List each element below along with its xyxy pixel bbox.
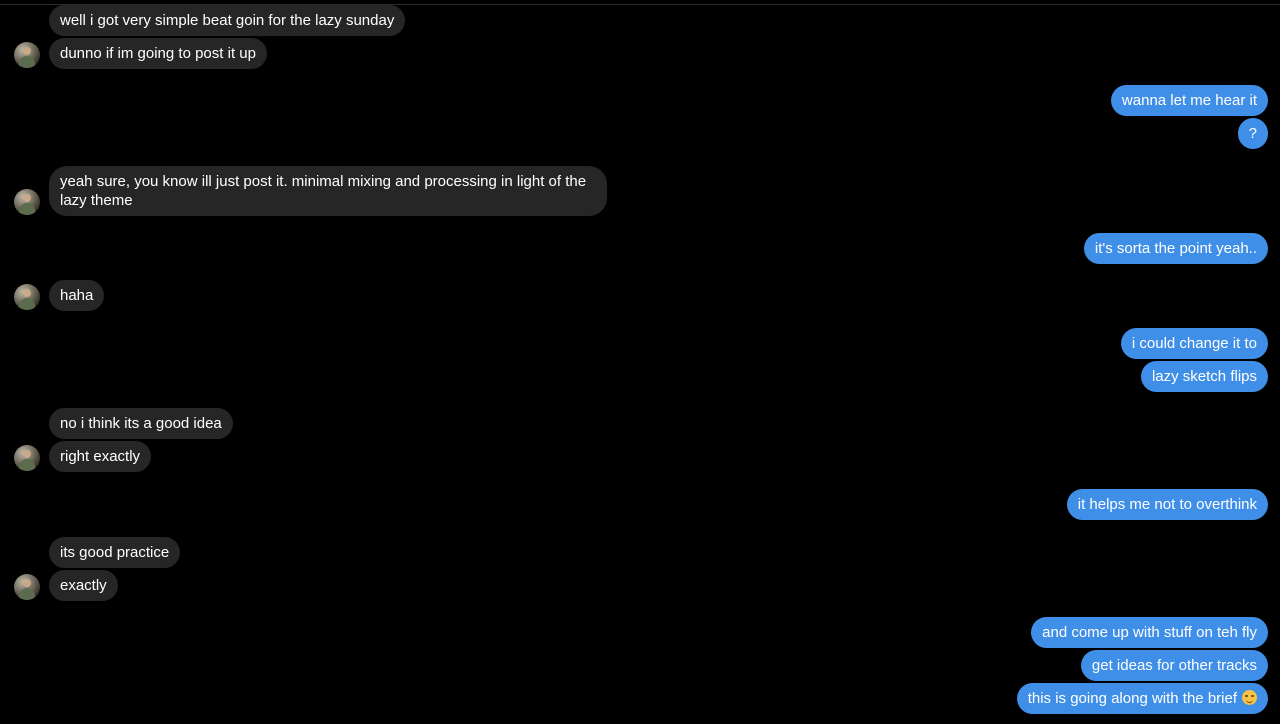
message-outgoing[interactable]: and come up with stuff on teh fly [1031, 617, 1268, 648]
avatar-head [23, 450, 31, 458]
avatar-head [23, 194, 31, 202]
message-outgoing[interactable]: this is going along with the brief [1016, 683, 1268, 714]
message-text: yeah sure, you know ill just post it. mi… [60, 173, 587, 209]
message-outgoing[interactable]: get ideas for other tracks [1080, 650, 1268, 681]
contact-avatar-icon[interactable] [14, 42, 40, 68]
contact-avatar-icon[interactable] [14, 445, 40, 471]
message-text: get ideas for other tracks [1091, 657, 1257, 674]
message-text: no i think its a good idea [60, 415, 222, 432]
message-incoming[interactable]: no i think its a good idea [49, 408, 233, 439]
message-incoming[interactable]: exactly [49, 570, 118, 601]
message-outgoing[interactable]: it helps me not to overthink [1066, 489, 1268, 520]
contact-avatar-icon[interactable] [14, 189, 40, 215]
message-text: dunno if im going to post it up [60, 45, 256, 62]
message-incoming[interactable]: its good practice [49, 537, 181, 568]
message-incoming[interactable]: right exactly [49, 441, 152, 472]
message-text: ? [1248, 125, 1257, 142]
avatar-head [23, 579, 31, 587]
message-text: right exactly [60, 448, 141, 465]
message-text: this is going along with the brief [1027, 690, 1237, 707]
avatar-body [19, 298, 35, 310]
message-text: lazy sketch flips [1151, 368, 1257, 385]
message-incoming[interactable]: yeah sure, you know ill just post it. mi… [49, 166, 607, 216]
message-text: it helps me not to overthink [1077, 496, 1257, 513]
message-incoming[interactable]: dunno if im going to post it up [49, 38, 267, 69]
avatar-body [19, 203, 35, 215]
message-text: and come up with stuff on teh fly [1042, 624, 1257, 641]
message-text: its good practice [60, 544, 170, 561]
avatar-head [23, 289, 31, 297]
message-text: haha [60, 287, 94, 304]
chat-thread: well i got very simple beat goin for the… [0, 0, 1280, 724]
message-text: i could change it to [1131, 335, 1257, 352]
message-outgoing[interactable]: ? [1237, 118, 1268, 149]
message-text: exactly [60, 577, 107, 594]
avatar-body [19, 459, 35, 471]
message-text: well i got very simple beat goin for the… [60, 12, 395, 29]
message-outgoing[interactable]: it's sorta the point yeah.. [1083, 233, 1268, 264]
smirk-emoji-icon [1242, 690, 1257, 705]
message-text: it's sorta the point yeah.. [1094, 240, 1257, 257]
message-outgoing[interactable]: lazy sketch flips [1140, 361, 1268, 392]
contact-avatar-icon[interactable] [14, 574, 40, 600]
avatar-body [19, 56, 35, 68]
message-outgoing[interactable]: wanna let me hear it [1110, 85, 1268, 116]
avatar-body [19, 588, 35, 600]
message-outgoing[interactable]: i could change it to [1120, 328, 1268, 359]
message-incoming[interactable]: well i got very simple beat goin for the… [49, 5, 406, 36]
message-incoming[interactable]: haha [49, 280, 105, 311]
avatar-head [23, 47, 31, 55]
message-text: wanna let me hear it [1121, 92, 1257, 109]
contact-avatar-icon[interactable] [14, 284, 40, 310]
